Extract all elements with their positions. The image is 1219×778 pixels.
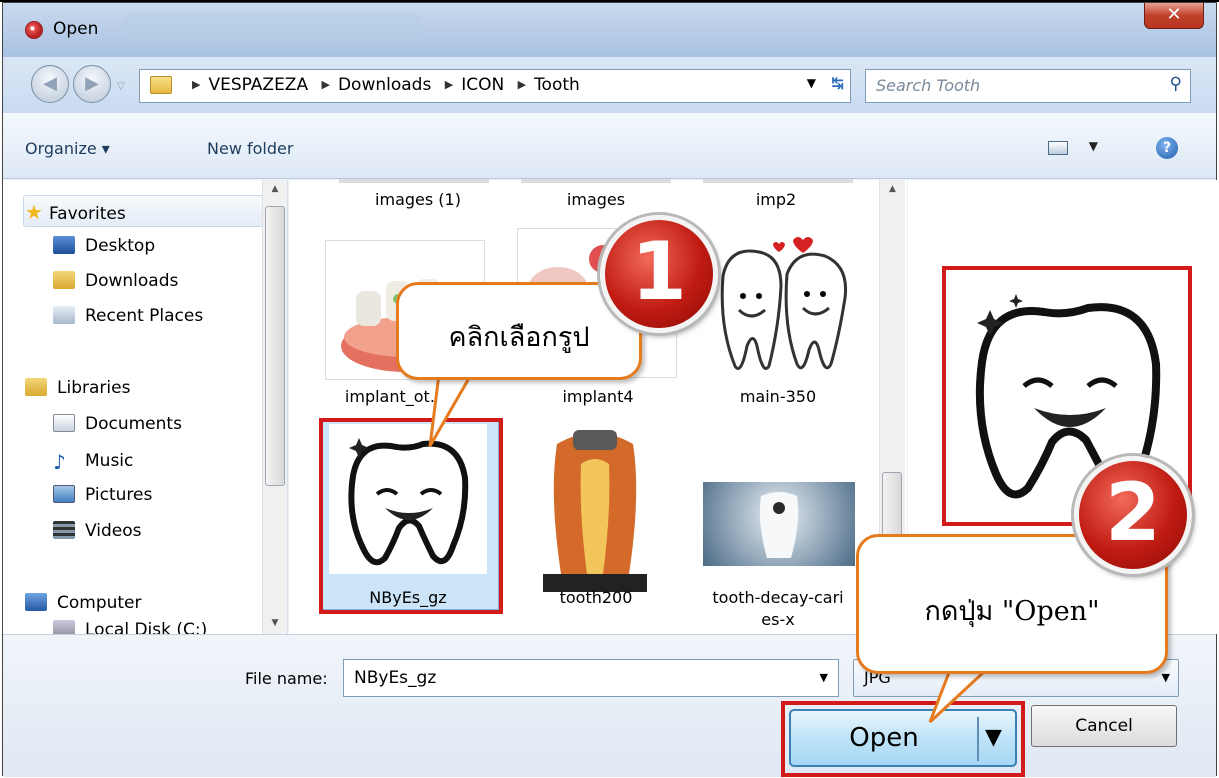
disk-icon — [53, 620, 75, 634]
address-dropdown-icon[interactable]: ▼ — [807, 76, 816, 90]
nav-computer[interactable]: Computer — [25, 593, 142, 613]
crumb-item[interactable]: Downloads — [338, 75, 431, 95]
arrow-right-icon: ▶ — [85, 73, 99, 94]
nav-local-disk[interactable]: Local Disk (C:) — [53, 620, 207, 634]
step1-text: คลิกเลือกรูป — [448, 322, 590, 353]
downloads-folder-icon — [53, 271, 75, 289]
close-icon: ✕ — [1166, 4, 1182, 25]
nav-libraries[interactable]: Libraries — [25, 378, 130, 398]
file-item[interactable]: implant4 — [513, 387, 683, 406]
nav-videos[interactable]: Videos — [53, 521, 142, 541]
nav-desktop[interactable]: Desktop — [53, 236, 155, 256]
crumb-item[interactable]: Tooth — [534, 75, 580, 95]
file-item[interactable]: tooth200 — [511, 588, 681, 607]
file-item[interactable]: main-350 — [693, 387, 863, 406]
scroll-up-icon[interactable]: ▲ — [263, 184, 287, 194]
nav-downloads[interactable]: Downloads — [53, 271, 178, 291]
nav-music[interactable]: ♪ Music — [53, 450, 133, 474]
file-item[interactable]: imp2 — [691, 190, 861, 209]
view-dropdown-icon[interactable]: ▼ — [1089, 139, 1098, 153]
pictures-icon — [53, 485, 75, 503]
computer-icon — [25, 593, 47, 611]
search-icon[interactable]: ⚲ — [1170, 74, 1182, 94]
music-icon: ♪ — [53, 450, 66, 474]
cancel-button[interactable]: Cancel — [1031, 705, 1177, 747]
title-bar: Open ✕ — [3, 3, 1216, 57]
step2-badge: 2 — [1074, 456, 1192, 574]
nav-favorites[interactable]: ★ Favorites — [25, 200, 126, 224]
filter-dropdown-icon: ▼ — [1161, 671, 1170, 684]
navigation-pane: ★ Favorites Desktop Downloads Recent Plac… — [3, 180, 288, 634]
close-button[interactable]: ✕ — [1144, 3, 1204, 29]
arrow-left-icon: ◀ — [43, 73, 57, 94]
recent-places-icon — [53, 306, 75, 324]
step1-badge: 1 — [600, 215, 718, 333]
title-blur — [123, 13, 423, 43]
crumb-item[interactable]: VESPAZEZA — [208, 75, 308, 95]
star-icon: ★ — [25, 200, 43, 224]
window-title: Open — [53, 19, 99, 39]
tooth200-thumbnail[interactable] — [537, 424, 653, 594]
folder-icon — [150, 76, 172, 94]
teeth-couple-image — [720, 237, 848, 370]
nav-documents[interactable]: Documents — [53, 414, 182, 434]
nav-recent-places[interactable]: Recent Places — [53, 306, 203, 326]
file-item-wrap: es-x — [761, 610, 795, 629]
search-input[interactable]: Search Tooth ⚲ — [865, 69, 1191, 103]
documents-icon — [53, 414, 75, 432]
scroll-down-icon[interactable]: ▼ — [263, 618, 287, 628]
libraries-icon — [25, 378, 47, 396]
file-name-label: File name: — [245, 669, 328, 688]
search-placeholder: Search Tooth — [876, 76, 981, 95]
back-button[interactable]: ◀ — [31, 65, 69, 103]
scroll-up-icon[interactable]: ▲ — [880, 184, 905, 194]
address-bar[interactable]: ▶ VESPAZEZA ▶ Downloads ▶ ICON ▶ Tooth ▼ ↹ — [139, 69, 851, 103]
file-item[interactable]: images — [511, 190, 681, 209]
file-list: images (1) images imp2 implant_ot... imp… — [289, 179, 907, 634]
file-item[interactable]: tooth-decay-cari — [693, 588, 863, 607]
cancel-button-label: Cancel — [1075, 716, 1133, 736]
file-name-field[interactable]: ▼ — [343, 659, 839, 697]
forward-button[interactable]: ▶ — [73, 65, 111, 103]
crumb-item[interactable]: ICON — [461, 75, 504, 95]
desktop-icon — [53, 236, 75, 254]
callout2-pointer — [928, 668, 990, 724]
videos-icon — [53, 521, 75, 539]
recent-pages-button[interactable]: ▽ — [117, 81, 125, 92]
step2-text: กดปุ่ม "Open" — [924, 596, 1100, 627]
app-icon — [25, 21, 43, 39]
organize-button[interactable]: Organize ▾ — [25, 139, 110, 158]
tooth-decay-thumbnail[interactable] — [703, 482, 855, 566]
help-icon[interactable]: ? — [1156, 137, 1178, 159]
address-row: ◀ ▶ ▽ ▶ VESPAZEZA ▶ Downloads ▶ ICON ▶ Tooth… — [3, 57, 1216, 113]
nav-pictures[interactable]: Pictures — [53, 485, 152, 505]
file-scroll-thumb[interactable] — [882, 472, 902, 542]
main-350-thumbnail[interactable] — [709, 226, 859, 386]
change-view-icon[interactable] — [1048, 141, 1068, 155]
nav-scrollbar[interactable]: ▲ ▼ — [262, 180, 287, 634]
command-toolbar: Organize ▾ New folder ▼ ? — [3, 113, 1216, 179]
file-name-input[interactable] — [344, 660, 804, 696]
decayed-tooth-image — [759, 492, 799, 558]
tooth-cross-section-image — [543, 430, 647, 592]
refresh-icon[interactable]: ↹ — [831, 74, 844, 92]
breadcrumb: ▶ VESPAZEZA ▶ Downloads ▶ ICON ▶ Tooth — [192, 75, 580, 95]
new-folder-button[interactable]: New folder — [207, 139, 293, 158]
nav-scroll-thumb[interactable] — [265, 206, 285, 486]
file-name-dropdown-icon[interactable]: ▼ — [820, 671, 828, 684]
file-item[interactable]: images (1) — [333, 190, 503, 209]
